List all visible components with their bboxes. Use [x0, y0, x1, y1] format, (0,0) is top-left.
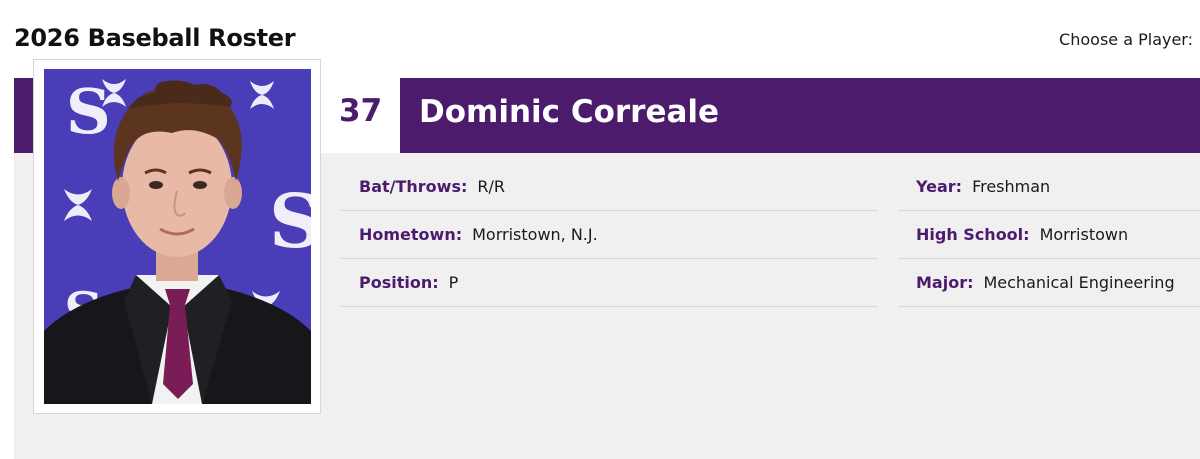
position-label: Position: — [359, 273, 439, 292]
detail-row-bat-throws: Bat/Throws: R/R — [340, 163, 878, 211]
player-name: Dominic Correale — [419, 94, 720, 130]
page-title: 2026 Baseball Roster — [14, 24, 296, 52]
player-photo-frame: S S S — [33, 59, 321, 414]
bat-throws-value: R/R — [477, 177, 505, 196]
choose-player-label: Choose a Player: — [1059, 30, 1193, 49]
bat-throws-label: Bat/Throws: — [359, 177, 468, 196]
year-value: Freshman — [972, 177, 1051, 196]
detail-row-position: Position: P — [340, 259, 878, 307]
position-value: P — [448, 273, 459, 292]
high-school-value: Morristown — [1039, 225, 1129, 244]
detail-row-hometown: Hometown: Morristown, N.J. — [340, 211, 878, 259]
major-label: Major: — [916, 273, 974, 292]
hometown-label: Hometown: — [359, 225, 463, 244]
detail-row-year: Year: Freshman — [898, 163, 1200, 211]
detail-row-high-school: High School: Morristown — [898, 211, 1200, 259]
detail-row-major: Major: Mechanical Engineering — [898, 259, 1200, 307]
player-headshot: S S S — [44, 69, 311, 404]
svg-text:S: S — [66, 75, 111, 148]
jersey-number: 37 — [339, 93, 383, 129]
svg-text:S: S — [269, 179, 311, 265]
header-band-accent — [14, 78, 34, 153]
major-value: Mechanical Engineering — [983, 273, 1175, 292]
year-label: Year: — [916, 177, 963, 196]
hometown-value: Morristown, N.J. — [472, 225, 598, 244]
high-school-label: High School: — [916, 225, 1030, 244]
